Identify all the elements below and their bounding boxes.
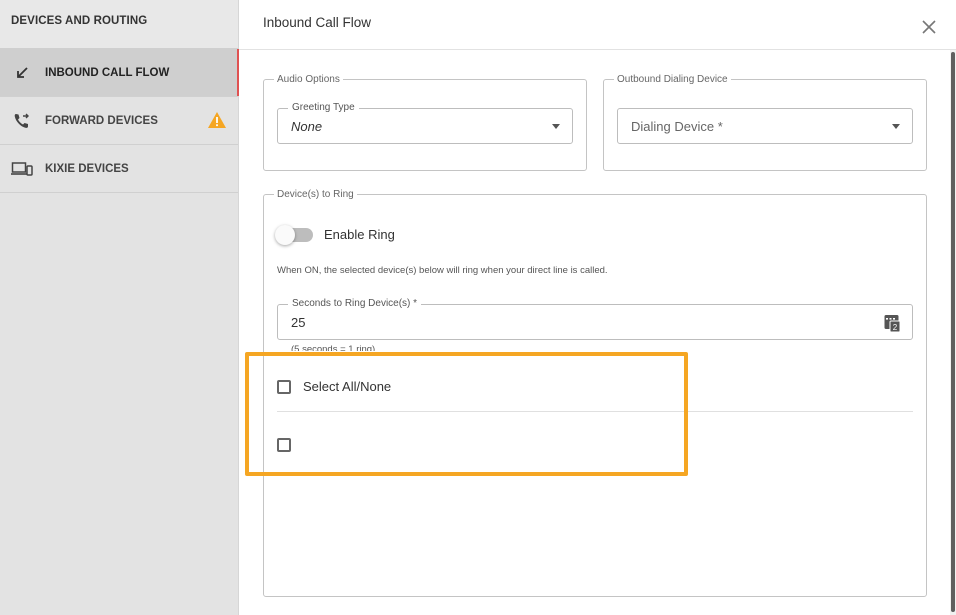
audio-options-legend: Audio Options bbox=[277, 74, 340, 85]
dialing-device-select[interactable]: Dialing Device * bbox=[617, 108, 913, 144]
outbound-dialing-legend: Outbound Dialing Device bbox=[617, 74, 728, 85]
seconds-to-ring-value: 25 bbox=[291, 315, 306, 330]
devices-icon bbox=[11, 160, 33, 178]
device-checkbox[interactable] bbox=[277, 438, 291, 452]
seconds-to-ring-label: Seconds to Ring Device(s) * bbox=[288, 298, 422, 309]
toggle-knob bbox=[275, 225, 295, 245]
divider bbox=[277, 411, 913, 412]
sidebar-item-label: KIXIE DEVICES bbox=[45, 162, 129, 175]
greeting-type-value: None bbox=[291, 119, 323, 134]
phone-forward-icon bbox=[11, 112, 33, 130]
sidebar-item-forward-devices[interactable]: FORWARD DEVICES bbox=[0, 97, 238, 145]
calendar-number-icon: 2 bbox=[884, 314, 901, 337]
panel-header: Inbound Call Flow bbox=[239, 0, 956, 50]
sidebar-item-label: FORWARD DEVICES bbox=[45, 114, 158, 127]
main-panel: Inbound Call Flow Audio Options Greeting… bbox=[239, 0, 956, 615]
scrollbar-thumb[interactable] bbox=[951, 52, 955, 612]
close-icon[interactable] bbox=[922, 20, 936, 34]
warning-icon bbox=[208, 112, 226, 131]
arrow-down-left-icon bbox=[11, 64, 33, 82]
sidebar-item-inbound-call-flow[interactable]: INBOUND CALL FLOW bbox=[0, 49, 239, 97]
devices-to-ring-legend: Device(s) to Ring bbox=[277, 189, 354, 200]
enable-ring-help: When ON, the selected device(s) below wi… bbox=[277, 265, 608, 276]
greeting-type-label: Greeting Type bbox=[288, 102, 359, 113]
enable-ring-toggle[interactable] bbox=[275, 225, 313, 245]
greeting-type-select[interactable]: Greeting Type None bbox=[277, 102, 573, 144]
enable-ring-label: Enable Ring bbox=[324, 227, 395, 242]
chevron-down-icon bbox=[552, 124, 560, 129]
sidebar: DEVICES AND ROUTING INBOUND CALL FLOW FO… bbox=[0, 0, 239, 615]
scrollbar[interactable] bbox=[950, 50, 956, 615]
dialing-device-placeholder: Dialing Device * bbox=[631, 119, 723, 134]
sidebar-item-kixie-devices[interactable]: KIXIE DEVICES bbox=[0, 145, 238, 193]
chevron-down-icon bbox=[892, 124, 900, 129]
svg-text:2: 2 bbox=[893, 323, 898, 332]
seconds-hint: (5 seconds = 1 ring) bbox=[291, 345, 376, 351]
seconds-to-ring-input[interactable]: Seconds to Ring Device(s) * 25 2 bbox=[277, 298, 913, 340]
sidebar-item-label: INBOUND CALL FLOW bbox=[45, 66, 170, 79]
page-title: Inbound Call Flow bbox=[263, 15, 372, 30]
sidebar-header: DEVICES AND ROUTING bbox=[0, 0, 238, 49]
select-all-checkbox[interactable] bbox=[277, 380, 291, 394]
select-all-label: Select All/None bbox=[303, 379, 392, 394]
